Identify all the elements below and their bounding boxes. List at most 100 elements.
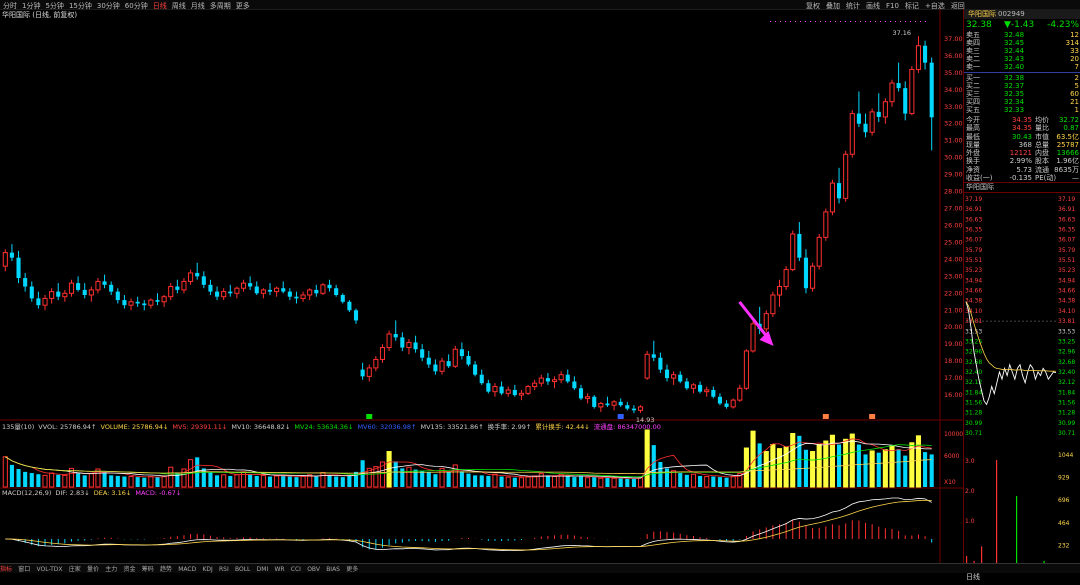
volume-bar	[671, 470, 677, 488]
candle-body-up	[320, 284, 326, 294]
candle-body-down	[618, 401, 623, 406]
candle-body-down	[215, 291, 220, 297]
volume-bar	[486, 475, 491, 487]
candle-body-down	[499, 386, 504, 394]
price-tick-label: 30.00	[944, 154, 963, 162]
intraday-tick-label-left: 35.51	[965, 257, 982, 264]
intraday-chart[interactable]: 37.19 37.19 36.91 36.91 36.63 36.63 36.35 36.35…	[964, 193, 1080, 583]
volume-bar	[598, 477, 604, 488]
volume-bar	[168, 466, 174, 488]
candle-body-down	[459, 349, 464, 357]
top-dotted-marker	[800, 21, 801, 22]
candle-body-up	[260, 289, 266, 294]
stat-row: 最低 30.43 市值 63.5亿	[964, 133, 1080, 141]
candle-body-down	[856, 113, 861, 124]
intraday-tick-label: 35.23	[1058, 268, 1075, 275]
volume-bar	[16, 468, 21, 487]
candle-body-down	[605, 403, 610, 406]
intraday-tick-label: 32.40	[1058, 369, 1075, 376]
volume-bar	[23, 471, 28, 487]
candle-body-up	[704, 389, 710, 393]
candle-body-up	[882, 101, 888, 118]
volume-bar	[923, 452, 928, 487]
asks-price: 32.43	[1004, 55, 1025, 63]
intraday-tick-label-left: 34.94	[965, 278, 982, 285]
candle-body-up	[168, 286, 174, 298]
candle-body-down	[82, 289, 87, 295]
volume-bar	[551, 476, 558, 488]
price-tick-label: 31.00	[944, 137, 963, 145]
indicator-label: MACD: -0.67↓	[135, 489, 182, 497]
asks-vol: 33	[1070, 47, 1079, 55]
top-dotted-marker	[885, 21, 886, 22]
candle-body-up	[181, 280, 187, 291]
volume-bar	[664, 468, 670, 487]
price-tick-label: 32.00	[944, 120, 963, 128]
top-dotted-marker	[915, 21, 916, 22]
top-dotted-marker	[855, 21, 856, 22]
price-tick-label: 36.00	[944, 52, 963, 60]
candle-body-down	[201, 276, 206, 285]
candle-body-up	[816, 236, 822, 267]
stat-v2: 63.5亿	[1056, 132, 1079, 141]
volume-bar	[903, 455, 908, 487]
volume-bar	[869, 450, 875, 488]
candle-body-down	[16, 257, 21, 279]
candle-body-up	[42, 297, 48, 306]
indicator-label: 累计换手: 42.44↓	[535, 423, 590, 431]
top-dotted-marker	[895, 21, 896, 22]
candle-body-up	[532, 382, 538, 388]
volume-bar	[473, 475, 478, 487]
macd-indicator-labels: MACD(12,26,9) DIF: 2.83↓ DEA: 3.16↓ MACD: -…	[2, 489, 185, 497]
volume-bar	[36, 474, 41, 487]
intraday-tick-label-left: 35.79	[965, 247, 982, 254]
price-tick-label: 35.00	[944, 69, 963, 77]
volume-bar	[446, 472, 451, 487]
candle-body-up	[406, 341, 412, 349]
stat-l1: 最高	[966, 124, 980, 133]
indicator-label: MV10: 36648.82↓	[231, 423, 291, 431]
candle-body-up	[62, 292, 68, 298]
candle-body-down	[228, 291, 233, 294]
volume-bar	[863, 454, 868, 487]
last-price: 32.38	[966, 20, 992, 30]
candle-body-down	[267, 289, 273, 292]
volume-bar	[876, 452, 881, 487]
volume-bar	[545, 475, 550, 487]
candle-body-down	[294, 296, 299, 299]
kline-chart[interactable]: 37.00 36.00 35.00 34.00 33.00 32.00 31.00 30.00…	[0, 0, 963, 563]
candle-body-down	[36, 298, 41, 306]
intraday-tick-label: 34.66	[1058, 288, 1075, 295]
stat-l1: 净资	[966, 165, 980, 174]
price-tick-label: 21.00	[944, 306, 963, 314]
intraday-tick-label: 31.28	[1058, 410, 1075, 417]
volume-tick-label: 10000	[944, 431, 963, 438]
indicator-label: MV60: 32036.98↑	[357, 423, 417, 431]
candle-body-down	[248, 283, 253, 287]
top-dotted-marker	[910, 21, 911, 22]
candle-body-down	[400, 337, 405, 348]
candle-body-down	[512, 389, 517, 396]
volume-bar	[68, 467, 75, 488]
bids-label: 买一	[966, 74, 980, 82]
top-dotted-marker	[805, 21, 806, 22]
top-dotted-marker	[905, 21, 906, 22]
candle-body-up	[909, 68, 915, 115]
volume-bar	[717, 477, 722, 487]
candle-body-down	[592, 396, 597, 407]
top-dotted-marker	[825, 21, 826, 22]
intraday-tick-label: 37.19	[1058, 196, 1075, 203]
candle-body-down	[353, 310, 359, 321]
candle-body-up	[790, 233, 796, 271]
volume-indicator-labels: 135量(10) VVOL: 25786.94↑ VOLUME: 25786.94↓…	[2, 421, 665, 431]
annotation-arrow-head	[759, 330, 774, 346]
intraday-vol-tick: 929	[1058, 475, 1070, 482]
volume-bar	[406, 466, 412, 488]
candle-body-up	[585, 396, 591, 399]
asks-vol: 314	[1065, 39, 1079, 47]
stat-v1: 34.35	[1011, 124, 1032, 133]
intraday-period-label: 日线	[966, 572, 980, 581]
candle-body-down	[446, 361, 451, 367]
candle-body-up	[810, 265, 816, 289]
top-dotted-marker	[795, 21, 796, 22]
